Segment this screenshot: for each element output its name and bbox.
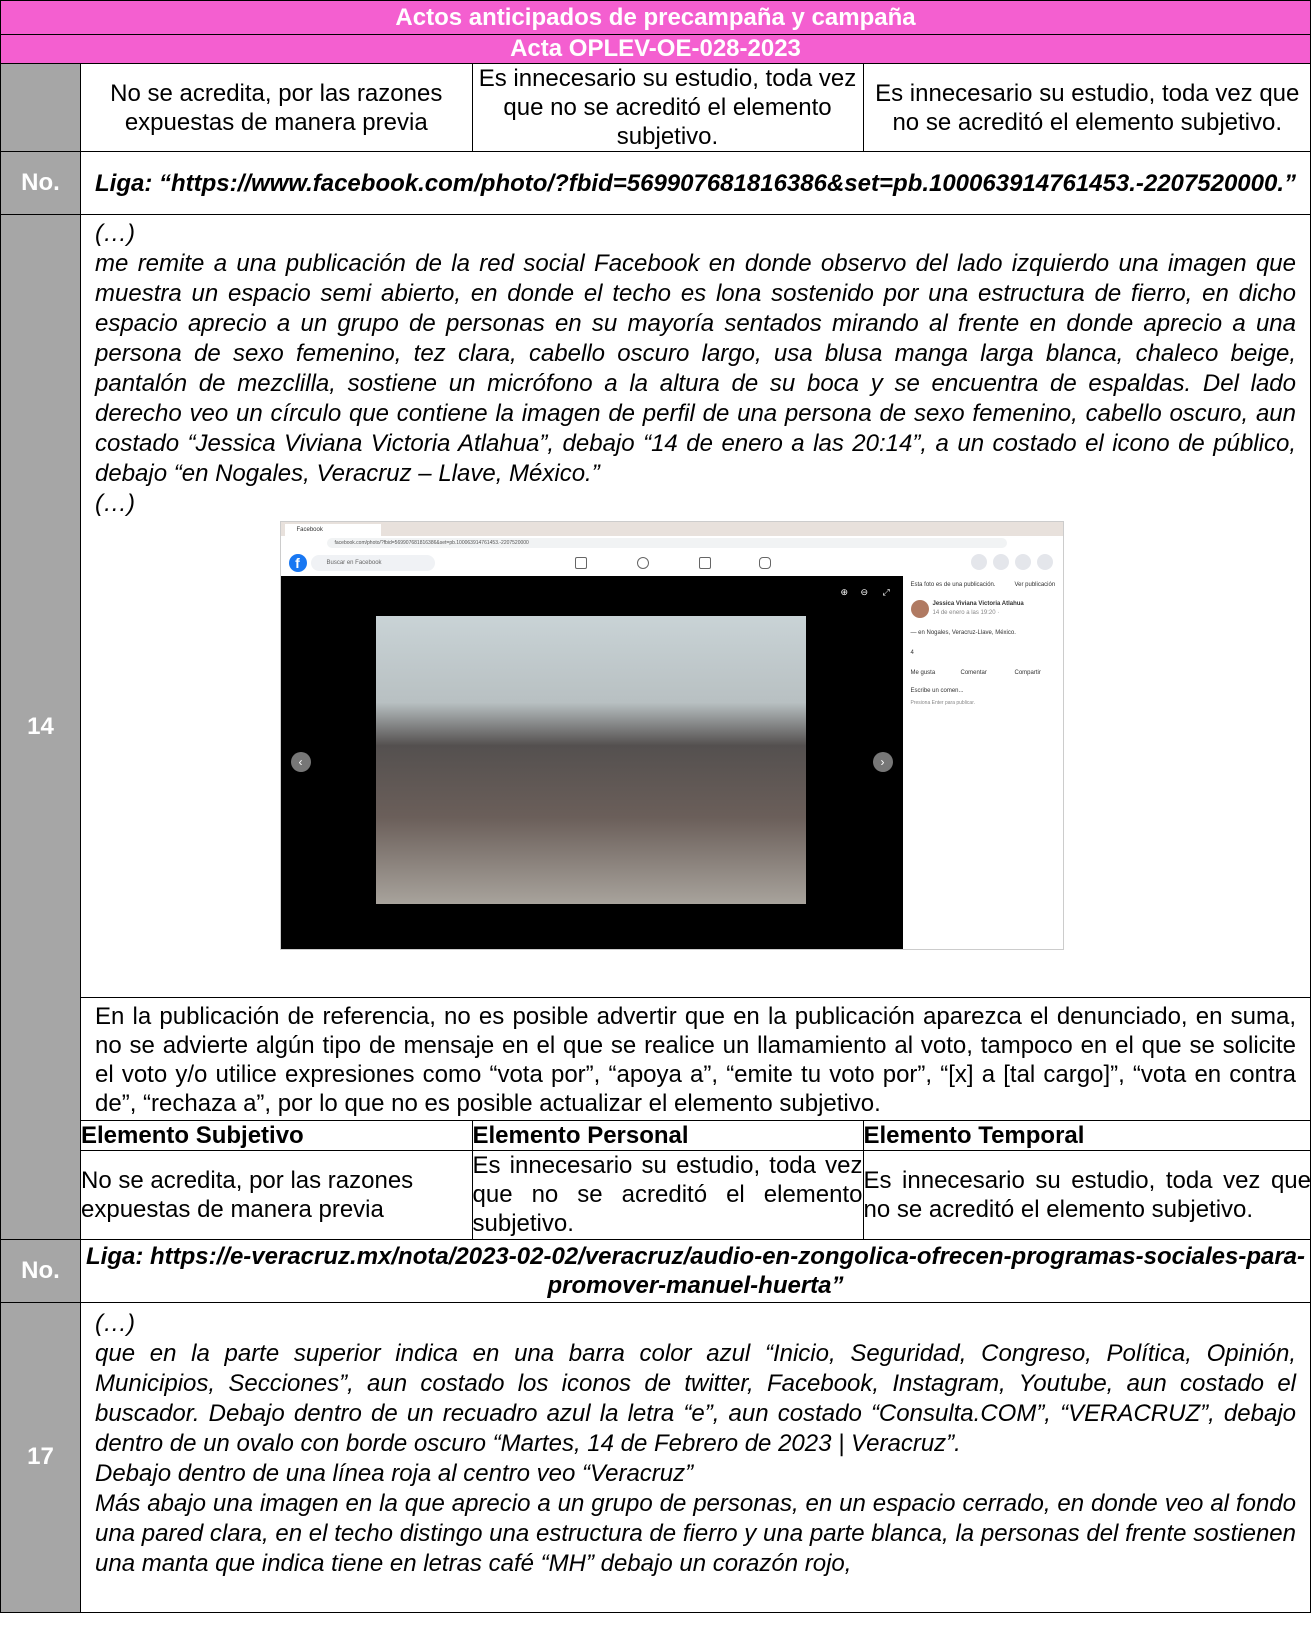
notifications-icon xyxy=(1014,554,1031,570)
transcript-cell-2: (…) que en la parte superior indica en u… xyxy=(80,1301,1311,1613)
temporal-header: Elemento Temporal xyxy=(862,1120,1311,1151)
no-label: No. xyxy=(0,151,81,215)
ellipsis-close: (…) xyxy=(95,490,135,517)
ellipsis-open: (…) xyxy=(95,220,135,247)
address-bar: facebook.com/photo/?fbid=569907681816386… xyxy=(280,536,1063,551)
home-icon xyxy=(574,557,587,569)
no-label-2: No. xyxy=(0,1238,81,1303)
zoom-out-icon: ⊖ xyxy=(860,587,869,597)
document-page: Actos anticipados de precampaña y campañ… xyxy=(0,0,1311,1642)
view-post-link: Ver publicación xyxy=(1014,582,1056,588)
next-arrow-icon: › xyxy=(872,752,893,772)
messenger-icon xyxy=(992,554,1009,570)
author-name: Jessica Viviana Victoria Atlahua xyxy=(932,601,1024,607)
link-text-2: Liga: https://e-veracruz.mx/nota/2023-02… xyxy=(80,1238,1311,1303)
analysis-cell: En la publicación de referencia, no es p… xyxy=(80,997,1311,1240)
facebook-header: f Buscar en Facebook xyxy=(280,550,1063,577)
share-label: Compartir xyxy=(1014,670,1041,676)
browser-tab: Facebook xyxy=(284,524,381,536)
personal-header: Elemento Personal xyxy=(471,1120,864,1151)
subjective-value: No se acredita, por las razones expuesta… xyxy=(81,1150,473,1239)
like-label: Me gusta xyxy=(910,670,936,676)
enter-hint: Presiona Enter para publicar. xyxy=(910,700,975,706)
personal-result: Es innecesario su estudio, toda vez que … xyxy=(471,64,864,151)
transcript-2: (…) que en la parte superior indica en u… xyxy=(81,1303,1310,1579)
facebook-logo-icon: f xyxy=(288,554,307,572)
entry-number-2: 17 xyxy=(0,1301,81,1613)
ellipsis-open-2: (…) xyxy=(95,1309,135,1337)
post-notice: Esta foto es de una publicación. xyxy=(910,582,996,588)
fullscreen-icon: ⤢ xyxy=(882,587,890,597)
entry-number: 14 xyxy=(0,214,81,1240)
comment-label: Comentar xyxy=(960,670,987,676)
menu-icon xyxy=(970,554,987,570)
subjective-result: No se acredita, por las razones expuesta… xyxy=(81,64,473,151)
paragraph-1: que en la parte superior indica en una b… xyxy=(95,1339,1296,1457)
facebook-search: Buscar en Facebook xyxy=(310,555,435,571)
photo-viewer: ⊕ ⊖ ⤢ ‹ › xyxy=(280,576,903,949)
zoom-in-icon: ⊕ xyxy=(840,587,849,597)
post-location: — en Nogales, Veracruz-Llave, México. xyxy=(910,630,1016,636)
link-text: Liga: “https://www.facebook.com/photo/?f… xyxy=(80,151,1311,215)
subjective-header: Elemento Subjetivo xyxy=(81,1120,473,1151)
profile-avatar xyxy=(1036,554,1053,570)
previous-elements-row: No se acredita, por las razones expuesta… xyxy=(80,63,1311,152)
facebook-screenshot: Facebook facebook.com/photo/?fbid=569907… xyxy=(279,521,1064,950)
post-sidebar: Esta foto es de una publicación. Ver pub… xyxy=(902,576,1063,949)
temporal-result: Es innecesario su estudio, toda vez que … xyxy=(862,64,1311,151)
comment-field: Escribe un comen... xyxy=(910,688,964,694)
transcript-text: me remite a una publicación de la red so… xyxy=(95,250,1296,487)
paragraph-3: Más abajo una imagen en la que aprecio a… xyxy=(95,1489,1296,1577)
marketplace-icon xyxy=(698,557,711,569)
analysis-text: En la publicación de referencia, no es p… xyxy=(95,1003,1296,1117)
author-avatar xyxy=(910,600,929,618)
table-title: Actos anticipados de precampaña y campañ… xyxy=(0,0,1311,35)
post-date: 14 de enero a las 19:20 · xyxy=(932,610,1000,616)
previous-arrow-icon: ‹ xyxy=(290,752,311,772)
personal-value: Es innecesario su estudio, toda vez que … xyxy=(471,1150,864,1239)
reaction-count: 4 xyxy=(910,650,914,656)
acta-title: Acta OPLEV-OE-028-2023 xyxy=(0,34,1311,64)
gaming-icon xyxy=(758,557,771,569)
paragraph-2: Debajo dentro de una línea roja al centr… xyxy=(95,1459,694,1487)
transcript-cell: (…) me remite a una publicación de la re… xyxy=(80,214,1311,998)
friends-icon xyxy=(636,557,649,569)
evidence-table: Actos anticipados de precampaña y campañ… xyxy=(0,0,1311,1613)
temporal-value: Es innecesario su estudio, toda vez que … xyxy=(862,1150,1311,1239)
url-text: facebook.com/photo/?fbid=569907681816386… xyxy=(326,538,1007,548)
browser-tabs: Facebook xyxy=(280,522,1063,536)
elements-table: Elemento Subjetivo Elemento Personal Ele… xyxy=(81,1120,1311,1239)
event-photo xyxy=(375,616,806,904)
empty-number-cell xyxy=(0,63,81,152)
transcript: (…) me remite a una publicación de la re… xyxy=(81,215,1310,519)
